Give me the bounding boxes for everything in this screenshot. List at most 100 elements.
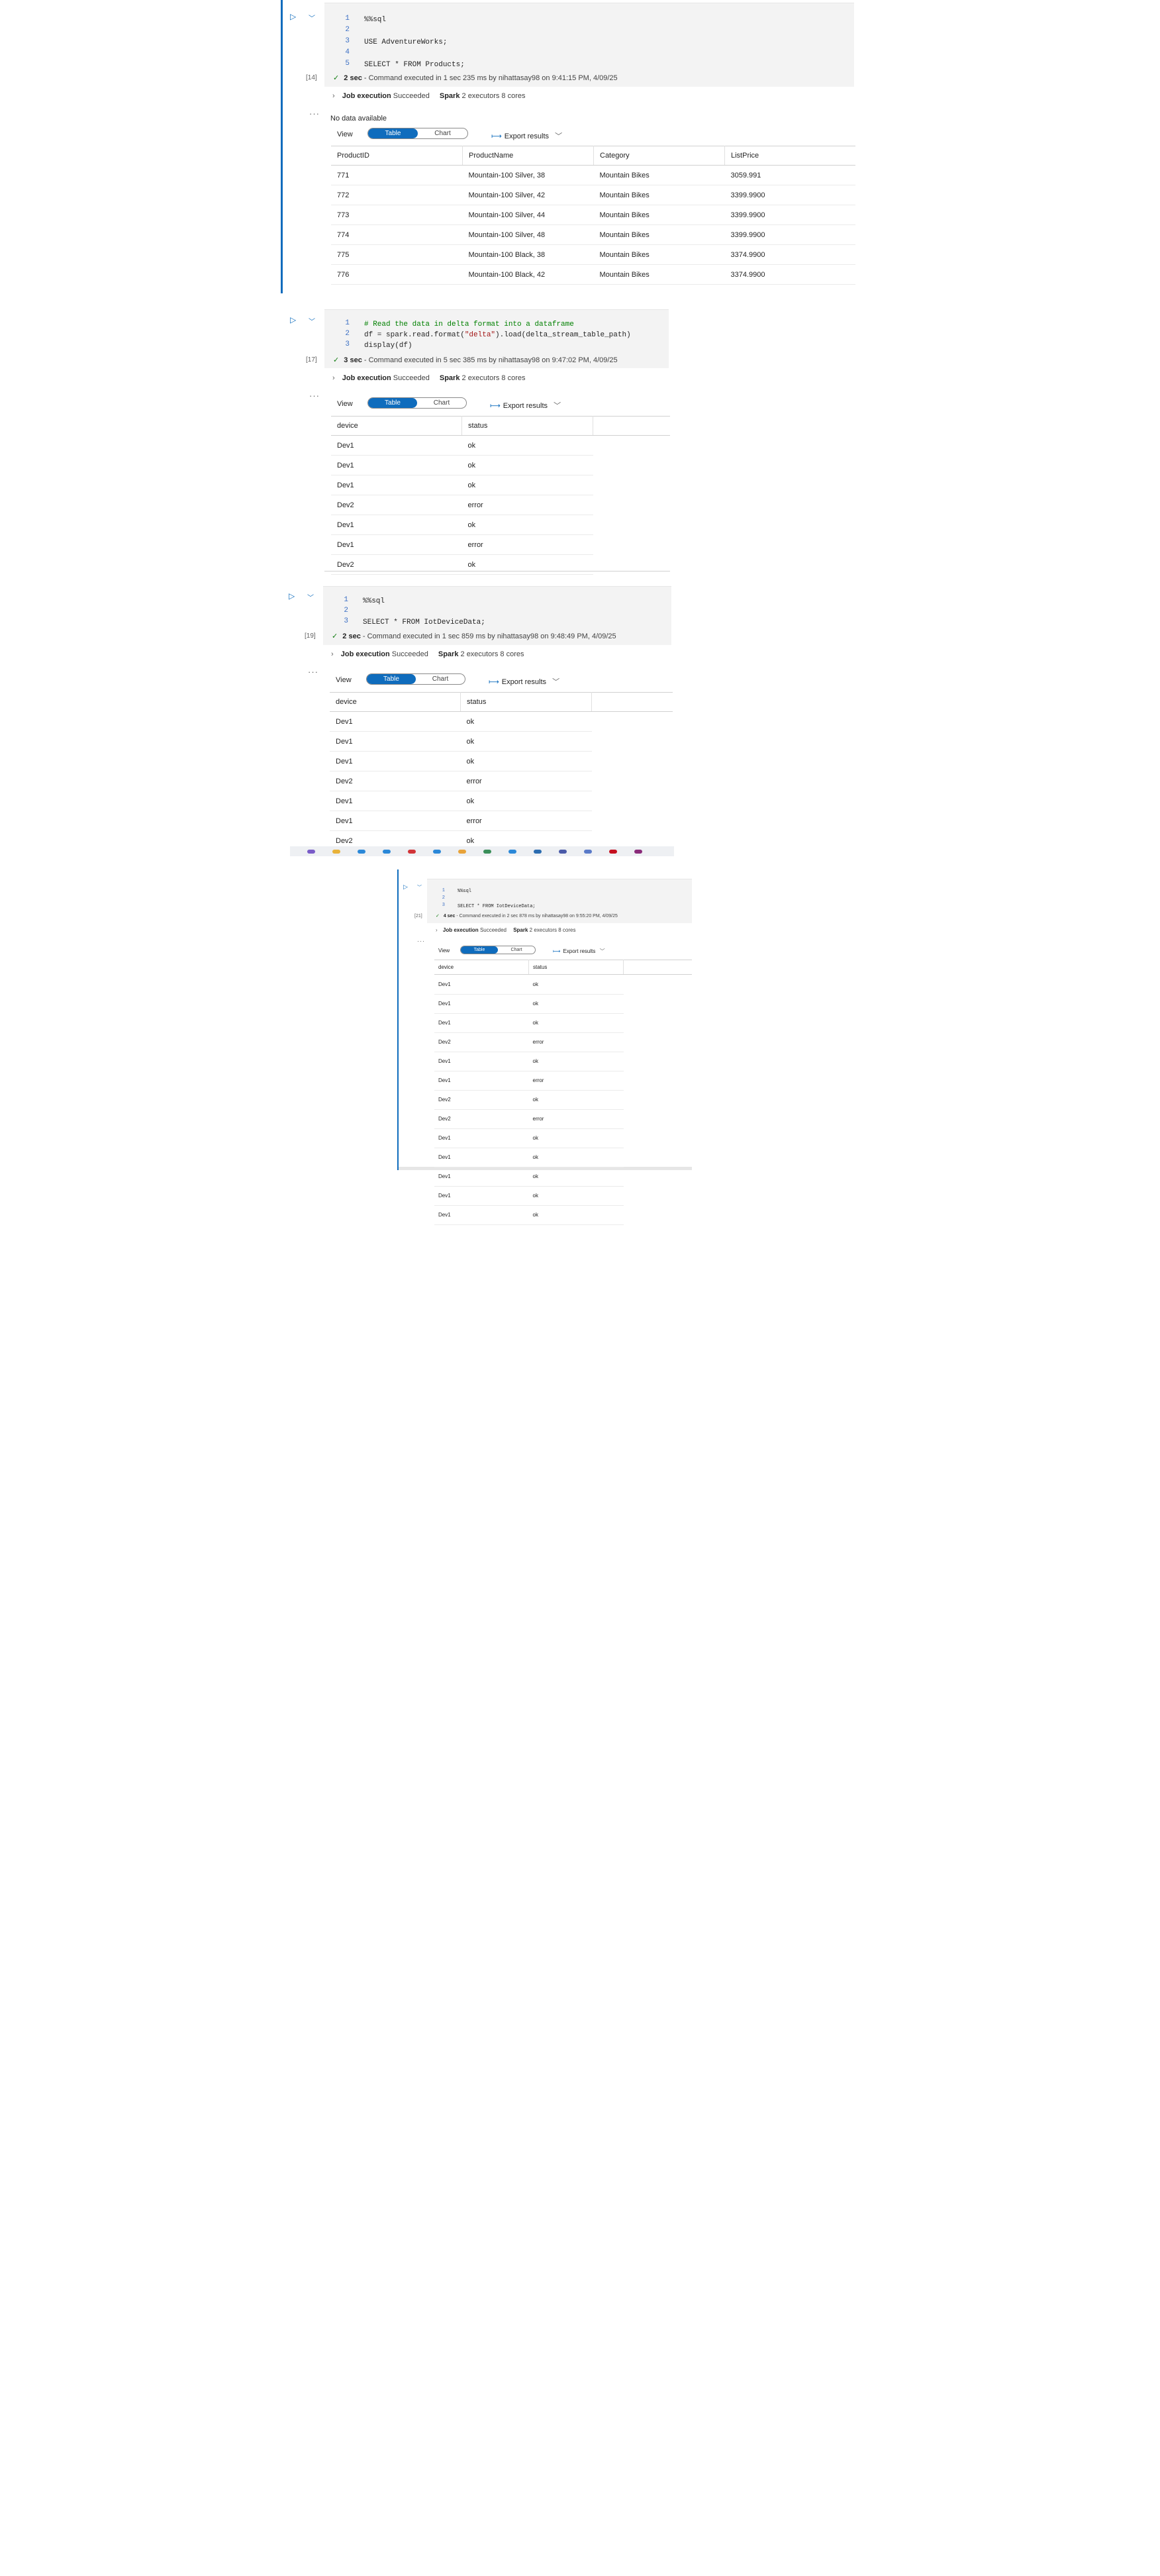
play-icon[interactable]: ▷ xyxy=(290,12,296,21)
tab-table[interactable]: Table xyxy=(368,398,417,408)
column-header[interactable]: ProductName xyxy=(462,146,594,166)
table-cell: Dev2 xyxy=(331,554,462,575)
app-icon xyxy=(508,849,516,854)
table-cell: Dev1 xyxy=(434,1128,529,1148)
export-results-button[interactable]: ⟼ Export results ﹀ xyxy=(489,676,559,687)
app-icon xyxy=(332,849,340,854)
export-results-button[interactable]: ⟼ Export results ﹀ xyxy=(491,130,562,141)
execution-status: ✓ 2 sec - Command executed in 1 sec 235 … xyxy=(333,74,618,82)
table-cell: Mountain Bikes xyxy=(593,224,725,245)
tab-chart[interactable]: Chart xyxy=(418,128,467,138)
table-cell: Dev1 xyxy=(434,1148,529,1167)
view-toggle[interactable]: Table Chart xyxy=(460,946,536,954)
line-number: 1 xyxy=(345,319,350,327)
table-row: 775 Mountain-100 Black, 38 Mountain Bikes 3… xyxy=(331,244,855,265)
checkmark-icon: ✓ xyxy=(333,356,340,364)
column-header[interactable]: status xyxy=(528,960,624,975)
table-cell: Mountain Bikes xyxy=(593,244,725,265)
chevron-down-icon[interactable]: ﹀ xyxy=(309,13,315,23)
tab-chart[interactable]: Chart xyxy=(498,946,535,954)
table-cell: Dev1 xyxy=(331,534,462,555)
export-arrow-icon: ⟼ xyxy=(491,132,502,140)
code-line: %%sql xyxy=(458,889,472,894)
table-cell: ok xyxy=(460,711,592,732)
table-cell: ok xyxy=(528,1052,624,1071)
view-toggle[interactable]: Table Chart xyxy=(367,128,468,139)
chevron-down-icon[interactable]: ﹀ xyxy=(417,884,422,891)
line-number: 1 xyxy=(344,596,348,604)
column-header[interactable]: status xyxy=(461,416,593,436)
line-number: 2 xyxy=(345,26,350,34)
export-results-button[interactable]: ⟼ Export results ﹀ xyxy=(553,948,605,955)
job-label: Job execution xyxy=(342,374,391,382)
more-options-icon[interactable]: ··· xyxy=(309,391,320,401)
table-cell: Mountain-100 Black, 42 xyxy=(462,264,594,285)
duration: 2 sec xyxy=(342,632,361,640)
job-execution-summary[interactable]: › Job execution Succeeded Spark 2 execut… xyxy=(332,92,526,100)
chevron-right-icon[interactable]: › xyxy=(332,92,335,100)
column-header[interactable]: ListPrice xyxy=(724,146,855,166)
column-header[interactable]: Category xyxy=(593,146,725,166)
export-results-button[interactable]: ⟼ Export results ﹀ xyxy=(490,400,561,411)
table-cell: ok xyxy=(528,974,624,995)
app-icon xyxy=(634,849,642,854)
export-label: Export results xyxy=(501,678,547,686)
table-cell: ok xyxy=(528,1090,624,1110)
chevron-right-icon[interactable]: › xyxy=(331,650,334,658)
tab-table[interactable]: Table xyxy=(461,946,498,954)
view-toggle[interactable]: Table Chart xyxy=(366,673,465,685)
job-label: Job execution xyxy=(442,927,479,933)
job-execution-summary[interactable]: › Job execution Succeeded Spark 2 execut… xyxy=(436,927,575,933)
column-header[interactable]: ProductID xyxy=(331,146,463,166)
more-options-icon[interactable]: ··· xyxy=(309,109,320,119)
table-cell: Dev1 xyxy=(434,1071,529,1091)
column-header[interactable]: device xyxy=(331,416,462,436)
table-cell: Dev1 xyxy=(330,791,461,811)
table-cell xyxy=(592,791,673,811)
tab-chart[interactable]: Chart xyxy=(416,674,465,684)
table-cell xyxy=(624,994,693,1013)
line-number: 2 xyxy=(344,607,348,615)
table-cell: Dev1 xyxy=(434,1052,529,1071)
table-cell: Dev1 xyxy=(434,974,529,995)
tab-table[interactable]: Table xyxy=(368,128,418,138)
table-cell: ok xyxy=(528,1148,624,1167)
chevron-down-icon[interactable]: ﹀ xyxy=(307,592,314,602)
play-icon[interactable]: ▷ xyxy=(403,883,408,891)
table-cell: 772 xyxy=(331,185,463,205)
column-header[interactable]: device xyxy=(330,692,461,712)
table-cell: 771 xyxy=(331,165,463,185)
column-header[interactable]: device xyxy=(434,960,529,975)
active-cell-indicator xyxy=(281,0,283,293)
table-cell: ok xyxy=(528,1167,624,1187)
play-icon[interactable]: ▷ xyxy=(289,591,295,601)
table-cell xyxy=(624,1109,693,1128)
export-arrow-icon: ⟼ xyxy=(490,402,501,410)
table-cell: Mountain Bikes xyxy=(593,185,725,205)
table-row: Dev1 ok xyxy=(330,731,673,752)
more-options-icon[interactable]: ··· xyxy=(308,667,318,677)
chevron-right-icon[interactable]: › xyxy=(436,927,438,933)
app-icon xyxy=(408,849,416,854)
chevron-down-icon[interactable]: ﹀ xyxy=(309,316,315,326)
view-toggle[interactable]: Table Chart xyxy=(367,397,467,409)
app-icon xyxy=(534,849,542,854)
play-icon[interactable]: ▷ xyxy=(290,315,296,324)
table-cell: Mountain-100 Silver, 48 xyxy=(462,224,594,245)
tab-chart[interactable]: Chart xyxy=(417,398,466,408)
app-icon xyxy=(458,849,466,854)
job-state: Succeeded xyxy=(391,650,428,658)
chevron-right-icon[interactable]: › xyxy=(332,374,335,382)
table-row: Dev2 error xyxy=(331,495,670,515)
table-row: Dev2 error xyxy=(434,1032,692,1052)
job-execution-summary[interactable]: › Job execution Succeeded Spark 2 execut… xyxy=(331,650,524,658)
job-execution-summary[interactable]: › Job execution Succeeded Spark 2 execut… xyxy=(332,374,526,382)
chevron-down-icon: ﹀ xyxy=(552,678,560,686)
line-number: 3 xyxy=(442,903,445,908)
table-row: Dev1 ok xyxy=(434,1167,692,1187)
tab-table[interactable]: Table xyxy=(367,674,416,684)
column-header[interactable]: status xyxy=(460,692,592,712)
table-row: Dev1 ok xyxy=(434,1205,692,1225)
more-options-icon[interactable]: ··· xyxy=(417,938,425,944)
duration: 2 sec xyxy=(344,74,362,82)
